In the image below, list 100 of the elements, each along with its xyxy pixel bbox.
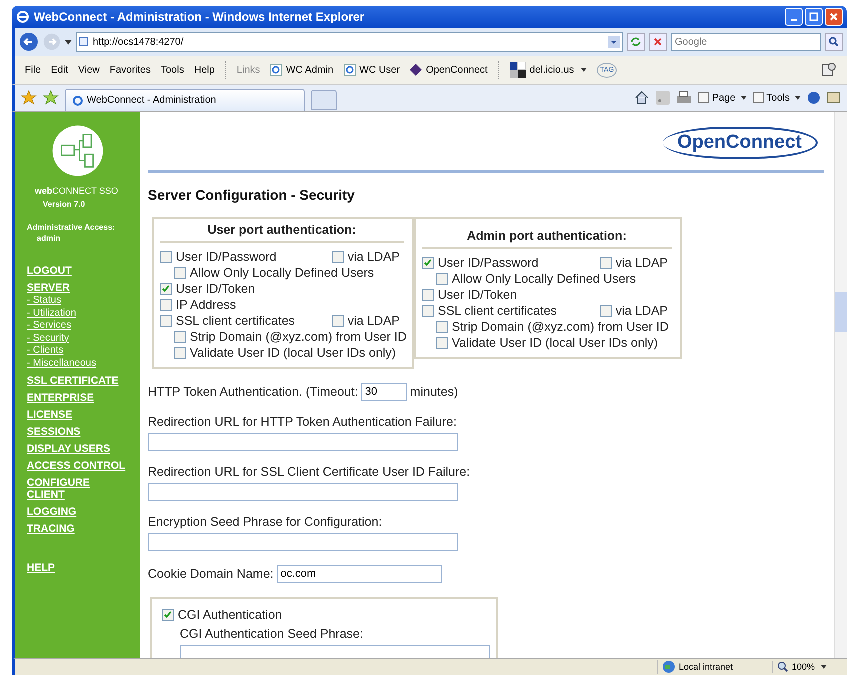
user-name: admin (37, 234, 61, 243)
timeout-field[interactable]: 30 (361, 383, 408, 401)
links-label: Links (236, 64, 260, 76)
stop-button[interactable] (649, 33, 667, 51)
product-name: webCONNECT SSO (35, 186, 118, 196)
field-label: Cookie Domain Name: (148, 567, 274, 581)
maximize-button[interactable] (805, 8, 823, 26)
checkbox[interactable] (174, 347, 186, 359)
address-field[interactable]: http://ocs1478:4270/ (76, 32, 623, 52)
checkbox[interactable] (600, 257, 612, 269)
checkbox[interactable] (436, 337, 448, 349)
command-button[interactable]: Tools (752, 92, 801, 104)
minimize-icon (791, 19, 797, 21)
close-icon (652, 36, 664, 48)
menu-item[interactable]: Help (194, 64, 215, 76)
dropdown-icon[interactable] (608, 36, 620, 48)
checkbox-label: Strip Domain (@xyz.com) from User ID (190, 329, 407, 345)
menu-item[interactable]: File (25, 64, 42, 76)
field-suffix: minutes) (410, 385, 458, 399)
globe-icon (662, 660, 676, 674)
add-favorite-icon[interactable] (43, 90, 59, 106)
checkbox[interactable] (600, 305, 612, 317)
checkbox-label: Allow Only Locally Defined Users (452, 271, 636, 287)
bookmark-button[interactable]: del.icio.us (510, 62, 588, 78)
checkbox[interactable] (160, 299, 172, 311)
checkbox[interactable] (160, 315, 172, 327)
checkbox[interactable] (332, 251, 344, 263)
checkbox[interactable] (422, 289, 434, 301)
checkbox[interactable] (422, 257, 434, 269)
caret-icon[interactable] (65, 40, 72, 44)
checkbox-label: CGI Authentication (178, 607, 282, 623)
refresh-button[interactable] (627, 33, 645, 51)
scrollbar[interactable] (834, 112, 847, 658)
checkbox[interactable] (422, 305, 434, 317)
checkbox[interactable] (162, 609, 174, 621)
link-button[interactable]: OpenConnect (410, 64, 488, 76)
checkbox-label: Validate User ID (local User IDs only) (190, 345, 396, 361)
checkbox-label: SSL client certificates (176, 313, 296, 329)
field-label: CGI Authentication Seed Phrase: (180, 627, 364, 641)
home-icon[interactable] (634, 90, 650, 106)
text-field[interactable] (148, 533, 458, 551)
checkbox-label: via LDAP (348, 313, 400, 329)
network-logo-icon (51, 124, 105, 178)
text-field[interactable] (180, 645, 490, 658)
page-icon (752, 92, 765, 104)
close-icon (829, 12, 839, 22)
page-heading: Server Configuration - Security (148, 187, 356, 203)
browser-page-icon (72, 94, 84, 106)
caret-icon (581, 68, 588, 72)
toolbar-icon[interactable] (821, 62, 837, 78)
search-icon (828, 36, 840, 48)
diamond-icon (410, 64, 422, 76)
browser-page-icon (344, 64, 356, 76)
close-button[interactable] (825, 8, 843, 26)
menu-item[interactable]: Tools (160, 64, 184, 76)
text-field[interactable] (148, 433, 458, 451)
command-button[interactable]: Page (698, 92, 747, 104)
print-icon[interactable] (676, 90, 692, 106)
checkbox[interactable] (436, 273, 448, 285)
minimize-button[interactable] (785, 8, 803, 26)
zone-indicator: Local intranet (657, 660, 772, 674)
checkbox[interactable] (332, 315, 344, 327)
refresh-icon (630, 36, 642, 48)
checkbox-label: Allow Only Locally Defined Users (190, 265, 374, 281)
checkbox[interactable] (160, 283, 172, 295)
version-label: Version 7.0 (43, 200, 86, 209)
checkbox-label: User ID/Password (176, 249, 277, 265)
link-button[interactable]: WC Admin (270, 64, 334, 76)
menu-item[interactable]: Favorites (110, 64, 151, 76)
link-button[interactable]: WC User (344, 64, 400, 76)
caret-icon (740, 96, 747, 100)
checkbox[interactable] (174, 331, 186, 343)
caret-icon (795, 96, 801, 100)
menu-item[interactable]: Edit (51, 64, 68, 76)
search-field[interactable]: Google (671, 33, 821, 51)
zoom-button[interactable]: 100% (772, 661, 847, 673)
access-label: Administrative Access: (27, 223, 116, 232)
text-field[interactable]: oc.com (276, 565, 442, 583)
checkbox-label: Strip Domain (@xyz.com) from User ID (452, 319, 669, 335)
checkbox-label: SSL client certificates (438, 303, 558, 319)
back-button[interactable] (19, 32, 39, 52)
browser-page-icon (270, 64, 282, 76)
checkbox[interactable] (160, 251, 172, 263)
magnifier-icon (777, 661, 789, 673)
checkbox-label: User ID/Token (176, 281, 256, 297)
checker-icon (510, 62, 526, 78)
maximize-icon (809, 12, 819, 22)
checkbox-label: User ID/Password (438, 255, 539, 271)
text-field[interactable] (148, 483, 458, 501)
checkbox-label: User ID/Token (438, 287, 518, 303)
search-button[interactable] (825, 33, 843, 51)
menu-item[interactable]: View (78, 64, 100, 76)
checkbox[interactable] (174, 267, 186, 279)
favorites-star-icon[interactable] (21, 90, 37, 106)
browser-tab[interactable]: WebConnect - Administration (65, 89, 305, 111)
new-tab-button[interactable] (311, 90, 337, 110)
panel-title: User port authentication: (206, 223, 358, 237)
field-label: Redirection URL for SSL Client Certificate User ID Failure: (148, 465, 470, 479)
checkbox[interactable] (436, 321, 448, 333)
browser-logo-icon (16, 10, 30, 24)
